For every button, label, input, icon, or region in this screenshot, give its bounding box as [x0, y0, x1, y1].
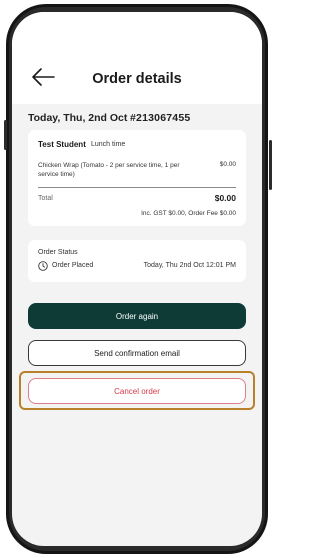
- status-timestamp: Today, Thu 2nd Oct 12:01 PM: [143, 262, 236, 269]
- order-status-card: Order Status Order Placed Today, Thu 2nd…: [28, 240, 246, 282]
- item-price: $0.00: [219, 161, 236, 168]
- cancel-order-button[interactable]: Cancel order: [28, 378, 246, 404]
- clock-icon: [38, 261, 48, 271]
- app-screen: Order details Today, Thu, 2nd Oct #21306…: [12, 12, 262, 546]
- order-again-button[interactable]: Order again: [28, 303, 246, 329]
- student-name: Test Student: [38, 140, 86, 149]
- page-title: Order details: [92, 71, 182, 87]
- fees-line: Inc. GST $0.00, Order Fee $0.00: [141, 210, 236, 217]
- meal-time: Lunch time: [91, 141, 126, 148]
- total-label: Total: [38, 195, 53, 202]
- item-description: Chicken Wrap (Tomato - 2 per service tim…: [38, 162, 180, 178]
- order-date: Today, Thu, 2nd Oct: [28, 112, 128, 124]
- total-value: $0.00: [214, 193, 236, 203]
- send-confirmation-email-button[interactable]: Send confirmation email: [28, 340, 246, 366]
- side-button-right: [269, 140, 272, 190]
- status-label: Order Status: [38, 249, 78, 256]
- header-bar: Order details: [12, 12, 262, 104]
- order-summary-card: Test Student Lunch time Chicken Wrap (To…: [28, 130, 246, 226]
- summary-divider: [38, 187, 236, 188]
- side-button-left: [4, 120, 7, 150]
- order-number: #213067455: [130, 112, 191, 124]
- status-value: Order Placed: [52, 262, 94, 269]
